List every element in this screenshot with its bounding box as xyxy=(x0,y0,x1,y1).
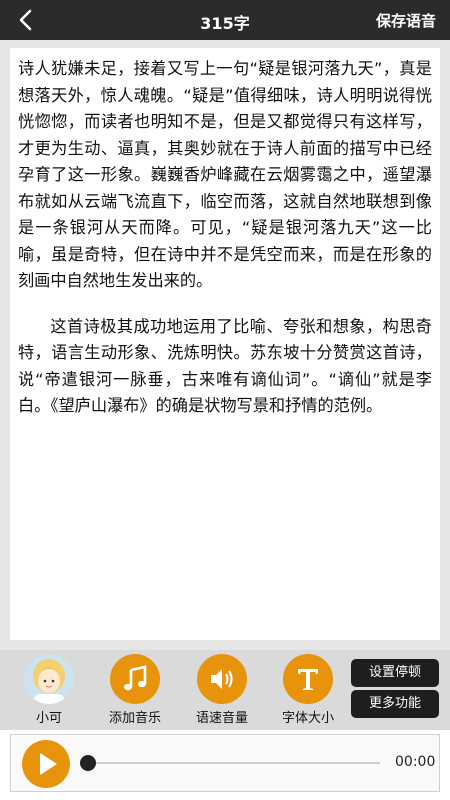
speed-volume-label: 语速音量 xyxy=(195,711,248,726)
content-area: 诗人犹嫌未足，接着又写上一句“疑是银河落九天”，真是想落天外，惊人魂魄。“疑是”… xyxy=(0,40,450,650)
music-note-icon xyxy=(124,665,147,691)
avatar xyxy=(24,654,74,704)
font-t-icon xyxy=(298,669,318,690)
save-voice-button[interactable]: 保存语音 xyxy=(376,10,436,31)
playback-time: 00:00 xyxy=(395,754,436,770)
play-icon xyxy=(40,753,57,775)
add-music-label: 添加音乐 xyxy=(108,711,161,726)
text-editor[interactable]: 诗人犹嫌未足，接着又写上一句“疑是银河落九天”，真是想落天外，惊人魂魄。“疑是”… xyxy=(10,48,440,640)
audio-player: 00:00 xyxy=(0,730,450,800)
font-size-label: 字体大小 xyxy=(281,711,334,726)
voice-label: 小可 xyxy=(35,711,62,726)
font-size-button[interactable]: 字体大小 xyxy=(273,654,343,726)
speaker-icon xyxy=(211,669,233,689)
paragraph: 诗人犹嫌未足，接着又写上一句“疑是银河落九天”，真是想落天外，惊人魂魄。“疑是”… xyxy=(18,59,432,290)
progress-track[interactable] xyxy=(88,762,380,764)
tool-bar: 小可 添加音乐 语速音量 字体大小 设置停顿 更多功能 xyxy=(0,650,450,730)
progress-thumb[interactable] xyxy=(80,755,96,771)
speed-volume-button[interactable]: 语速音量 xyxy=(187,654,257,726)
paragraph: 这首诗极其成功地运用了比喻、夸张和想象，构思奇特，语言生动形象、洗炼明快。苏东坡… xyxy=(18,316,432,416)
voice-selector[interactable]: 小可 xyxy=(14,654,84,726)
pause-settings-button[interactable]: 设置停顿 xyxy=(351,659,439,687)
more-functions-button[interactable]: 更多功能 xyxy=(351,690,439,718)
top-bar: 315字 保存语音 xyxy=(0,0,450,40)
add-music-button[interactable]: 添加音乐 xyxy=(100,654,170,726)
girl-avatar-icon xyxy=(24,654,74,704)
play-button[interactable] xyxy=(22,740,70,788)
